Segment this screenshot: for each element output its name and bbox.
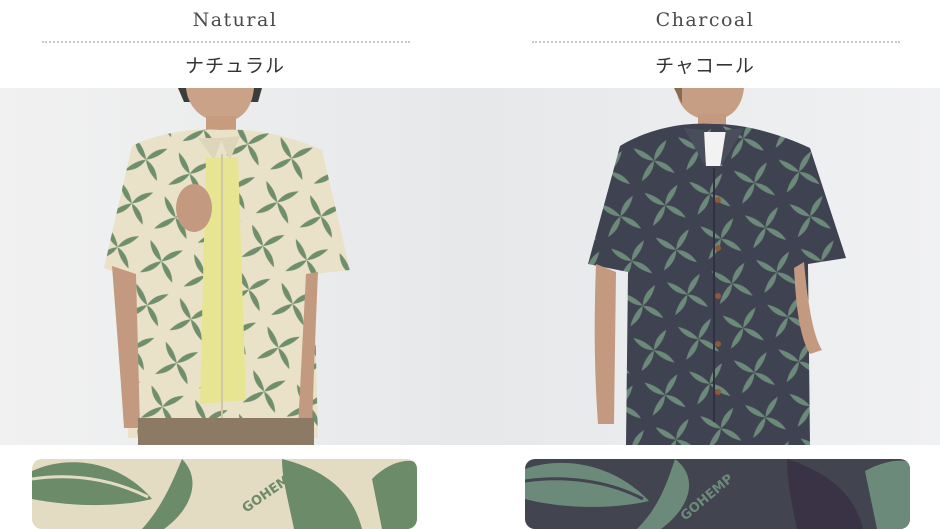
fabric-swatch-area: GOHEMP xyxy=(0,445,470,529)
fabric-swatch-area: GOHEMP xyxy=(470,445,940,529)
variant-natural: Natural ナチュラル GOHEMP xyxy=(0,0,470,529)
dotted-divider xyxy=(532,41,900,43)
dotted-divider xyxy=(42,41,410,43)
fabric-closeup-charcoal: GOHEMP xyxy=(525,459,910,529)
color-name-en: Natural xyxy=(192,9,278,31)
color-name-en: Charcoal xyxy=(655,9,755,31)
fabric-closeup-natural: GOHEMP xyxy=(32,459,417,529)
variant-charcoal: Charcoal チャコール GOHEMP xyxy=(470,0,940,529)
product-photo-natural xyxy=(0,88,470,445)
variant-header: Natural ナチュラル xyxy=(0,0,470,88)
product-photo-charcoal xyxy=(470,88,940,445)
color-name-ja: ナチュラル xyxy=(184,55,285,77)
variant-header: Charcoal チャコール xyxy=(470,0,940,88)
color-name-ja: チャコール xyxy=(655,55,755,77)
